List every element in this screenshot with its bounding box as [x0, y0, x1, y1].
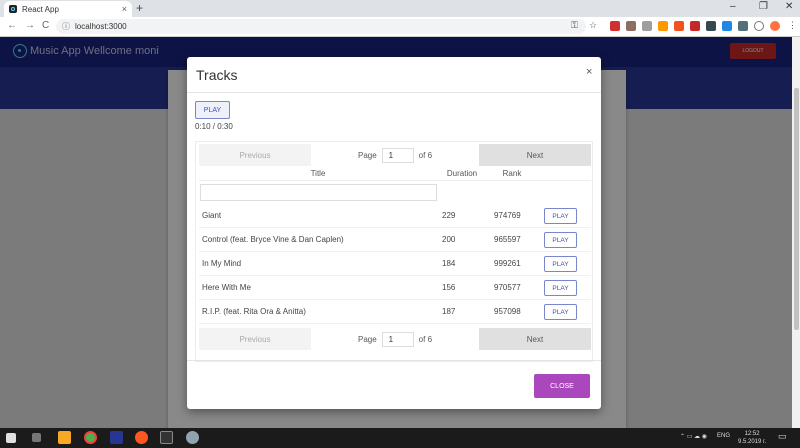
postman-icon[interactable] — [135, 431, 148, 444]
previous-button[interactable]: Previous — [199, 328, 311, 350]
windows-start-icon[interactable] — [6, 433, 16, 443]
row-play-button[interactable]: PLAY — [544, 256, 577, 272]
taskbar-clock[interactable]: 12:52 9.5.2019 г. — [738, 430, 766, 446]
column-header-title[interactable]: Title — [199, 169, 437, 178]
track-duration: 187 — [442, 307, 456, 316]
tab-close-icon[interactable]: × — [122, 4, 127, 14]
track-rank: 965597 — [494, 235, 521, 244]
track-title: In My Mind — [202, 259, 242, 268]
tray-icons[interactable]: ⌃ ▭ ☁ ◉ — [680, 433, 707, 440]
app-icon[interactable] — [186, 431, 199, 444]
page-label: Page — [357, 334, 377, 344]
track-title: Here With Me — [202, 283, 251, 292]
track-title: Control (feat. Bryce Vine & Dan Caplen) — [202, 235, 344, 244]
extension-adblock-icon[interactable] — [610, 21, 620, 31]
browser-tab-bar: React App × + – ❐ ✕ — [0, 0, 800, 17]
column-header-duration[interactable]: Duration — [437, 169, 487, 178]
modal-footer: CLOSE — [187, 360, 601, 409]
close-icon[interactable]: × — [586, 66, 592, 78]
extension-icon[interactable] — [690, 21, 700, 31]
extension-icon[interactable] — [626, 21, 636, 31]
table-row: In My Mind 184 999261 PLAY — [199, 252, 591, 276]
profile-avatar[interactable] — [770, 21, 780, 31]
page-number-input[interactable]: 1 — [381, 147, 414, 163]
previous-button[interactable]: Previous — [199, 144, 311, 166]
track-rank: 970577 — [494, 283, 521, 292]
page-info: Page 1 of 6 — [311, 147, 479, 163]
extension-icon[interactable] — [658, 21, 668, 31]
extension-icon[interactable] — [754, 21, 764, 31]
notifications-icon[interactable]: ▭ — [778, 431, 787, 442]
table-row: Here With Me 156 970577 PLAY — [199, 276, 591, 300]
row-play-button[interactable]: PLAY — [544, 232, 577, 248]
minimize-button[interactable]: – — [730, 1, 736, 12]
close-button[interactable]: CLOSE — [534, 374, 590, 398]
extension-icon[interactable] — [642, 21, 652, 31]
row-play-button[interactable]: PLAY — [544, 208, 577, 224]
playback-time: 0:10 / 0:30 — [195, 122, 233, 131]
track-duration: 229 — [442, 211, 456, 220]
chrome-icon[interactable] — [84, 431, 97, 444]
webstorm-icon[interactable] — [110, 431, 123, 444]
pagination-bottom: Previous Page 1 of 6 Next — [199, 328, 591, 350]
next-button[interactable]: Next — [479, 144, 591, 166]
terminal-icon[interactable] — [160, 431, 173, 444]
track-duration: 184 — [442, 259, 456, 268]
table-row: Giant 229 974769 PLAY — [199, 204, 591, 228]
url-field[interactable]: ⓘ localhost:3000 — [56, 19, 586, 34]
extension-icon[interactable] — [674, 21, 684, 31]
page-number-input[interactable]: 1 — [381, 331, 414, 347]
table-row: Control (feat. Bryce Vine & Dan Caplen) … — [199, 228, 591, 252]
tracks-modal: Tracks × PLAY 0:10 / 0:30 Previous Page … — [187, 57, 601, 409]
close-window-button[interactable]: ✕ — [785, 1, 793, 12]
url-text: localhost:3000 — [75, 22, 127, 31]
maximize-button[interactable]: ❐ — [759, 1, 768, 12]
title-filter-input[interactable] — [200, 184, 437, 201]
task-view-icon[interactable] — [32, 433, 41, 442]
react-favicon-icon — [9, 5, 17, 13]
pagination-top: Previous Page 1 of 6 Next — [199, 144, 591, 166]
modal-title: Tracks — [196, 67, 238, 83]
table-row: R.I.P. (feat. Rita Ora & Anitta) 187 957… — [199, 300, 591, 324]
chrome-menu-icon[interactable]: ⋮ — [788, 20, 797, 31]
table-header: Title Duration Rank — [199, 167, 591, 181]
windows-taskbar: ⌃ ▭ ☁ ◉ ENG 12:52 9.5.2019 г. ▭ — [0, 428, 800, 448]
browser-tab[interactable]: React App × — [4, 1, 132, 17]
column-header-rank[interactable]: Rank — [487, 169, 537, 178]
track-rank: 974769 — [494, 211, 521, 220]
page-total: of 6 — [418, 150, 433, 160]
star-icon[interactable]: ☆ — [589, 20, 597, 31]
language-indicator[interactable]: ENG — [717, 433, 730, 439]
forward-icon[interactable]: → — [25, 20, 35, 31]
track-duration: 200 — [442, 235, 456, 244]
extension-icon[interactable] — [738, 21, 748, 31]
row-play-button[interactable]: PLAY — [544, 304, 577, 320]
row-play-button[interactable]: PLAY — [544, 280, 577, 296]
page-label: Page — [357, 150, 377, 160]
track-rank: 957098 — [494, 307, 521, 316]
page-info: Page 1 of 6 — [311, 331, 479, 347]
tab-title: React App — [22, 4, 59, 14]
next-button[interactable]: Next — [479, 328, 591, 350]
filter-row — [199, 182, 591, 204]
clock-time: 12:52 — [744, 431, 760, 437]
scrollbar-thumb[interactable] — [794, 88, 799, 330]
tracks-table: Previous Page 1 of 6 Next Title Duration… — [195, 141, 593, 362]
play-button[interactable]: PLAY — [195, 101, 230, 119]
track-rank: 999261 — [494, 259, 521, 268]
back-icon[interactable]: ← — [7, 20, 17, 31]
file-explorer-icon[interactable] — [58, 431, 71, 444]
extension-icon[interactable] — [706, 21, 716, 31]
info-icon: ⓘ — [62, 22, 70, 31]
modal-header: Tracks × — [187, 57, 601, 93]
track-duration: 156 — [442, 283, 456, 292]
page-total: of 6 — [418, 334, 433, 344]
track-title: R.I.P. (feat. Rita Ora & Anitta) — [202, 307, 306, 316]
clock-date: 9.5.2019 г. — [738, 439, 767, 445]
extension-icon[interactable] — [722, 21, 732, 31]
track-title: Giant — [202, 211, 222, 220]
key-icon[interactable]: ⚿ — [571, 20, 578, 31]
new-tab-button[interactable]: + — [136, 1, 143, 15]
reload-icon[interactable]: C — [42, 20, 49, 31]
